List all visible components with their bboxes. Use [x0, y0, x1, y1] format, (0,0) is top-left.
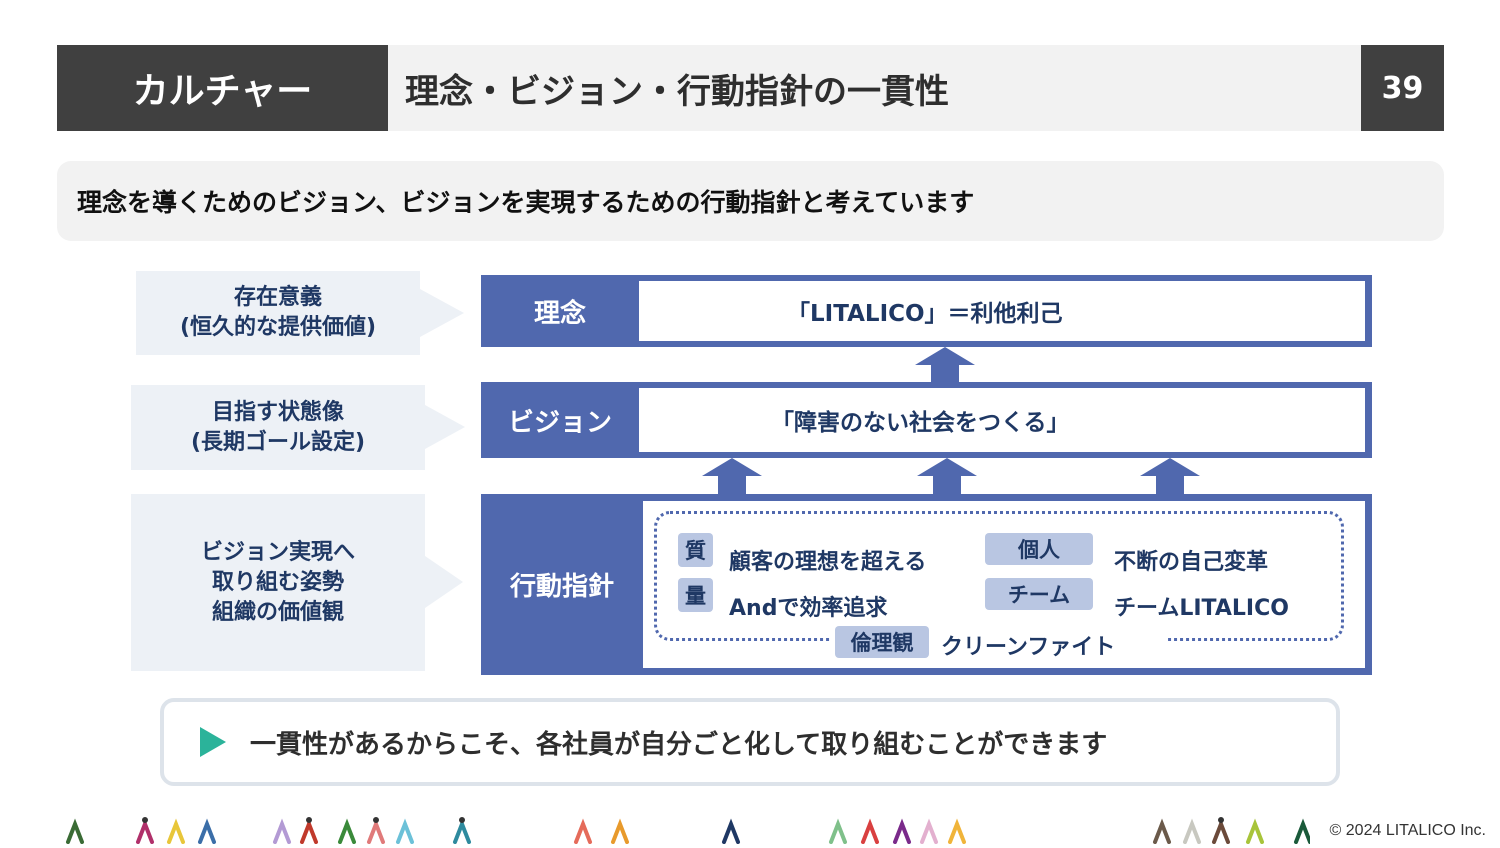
- tag-quality: 質: [678, 533, 713, 567]
- vision-label: ビジョン: [507, 407, 612, 438]
- callout-philosophy: 存在意義 (恒久的な提供価値): [136, 271, 420, 355]
- callout-line: (恒久的な提供価値): [179, 315, 377, 340]
- arrow-up-icon: [917, 458, 977, 496]
- conclusion-text: 一貫性があるからこそ、各社員が自分ごと化して取り組むことができます: [250, 729, 1108, 760]
- callout-line: 組織の価値観: [211, 599, 344, 625]
- callout-pointer: [420, 289, 464, 337]
- play-icon: [200, 727, 226, 757]
- callout-line: ビジョン実現へ: [200, 539, 355, 565]
- value-quantity: Andで効率追求: [729, 596, 888, 621]
- callout-guidelines: ビジョン実現へ 取り組む姿勢 組織の価値観: [131, 494, 425, 671]
- vision-value-box: 「障害のない社会をつくる」: [639, 388, 1365, 452]
- tag-individual: 個人: [985, 533, 1093, 565]
- callout-pointer: [425, 556, 463, 608]
- tag-team: チーム: [985, 578, 1093, 610]
- page-number: 39: [1361, 45, 1444, 131]
- callout-line: 取り組む姿勢: [211, 569, 344, 595]
- callout-pointer: [425, 405, 465, 449]
- conclusion-box: 一貫性があるからこそ、各社員が自分ごと化して取り組むことができます: [160, 698, 1340, 786]
- callout-line: (長期ゴール設定): [190, 429, 366, 455]
- callout-vision: 目指す状態像 (長期ゴール設定): [131, 385, 425, 470]
- section-title: カルチャー: [57, 45, 388, 131]
- value-quality: 顧客の理想を超える: [729, 550, 927, 575]
- people-figures-icon: [66, 817, 1312, 844]
- philosophy-value-box: 「LITALICO」＝利他利己: [639, 281, 1365, 341]
- summary-banner: 理念を導くためのビジョン、ビジョンを実現するための行動指針と考えています: [57, 161, 1444, 241]
- page-title: 理念・ビジョン・行動指針の一貫性: [388, 45, 1361, 131]
- value-team: チームLITALICO: [1114, 596, 1289, 621]
- tag-quantity: 量: [678, 578, 713, 612]
- guidelines-label: 行動指針: [509, 572, 614, 602]
- arrow-up-icon: [915, 347, 975, 383]
- value-ethics: クリーンファイト: [941, 635, 1116, 660]
- philosophy-value: 「LITALICO」＝利他利己: [787, 301, 1063, 327]
- arrow-up-icon: [702, 458, 762, 496]
- copyright: © 2024 LITALICO Inc.: [1329, 822, 1486, 839]
- value-individual: 不断の自己変革: [1114, 550, 1269, 575]
- arrow-up-icon: [1140, 458, 1200, 496]
- philosophy-label: 理念: [533, 298, 586, 329]
- vision-value: 「障害のない社会をつくる」: [771, 410, 1070, 436]
- callout-line: 存在意義: [233, 285, 322, 310]
- callout-line: 目指す状態像: [211, 399, 344, 425]
- footer-figures: [0, 812, 1312, 844]
- tag-ethics: 倫理観: [835, 626, 929, 658]
